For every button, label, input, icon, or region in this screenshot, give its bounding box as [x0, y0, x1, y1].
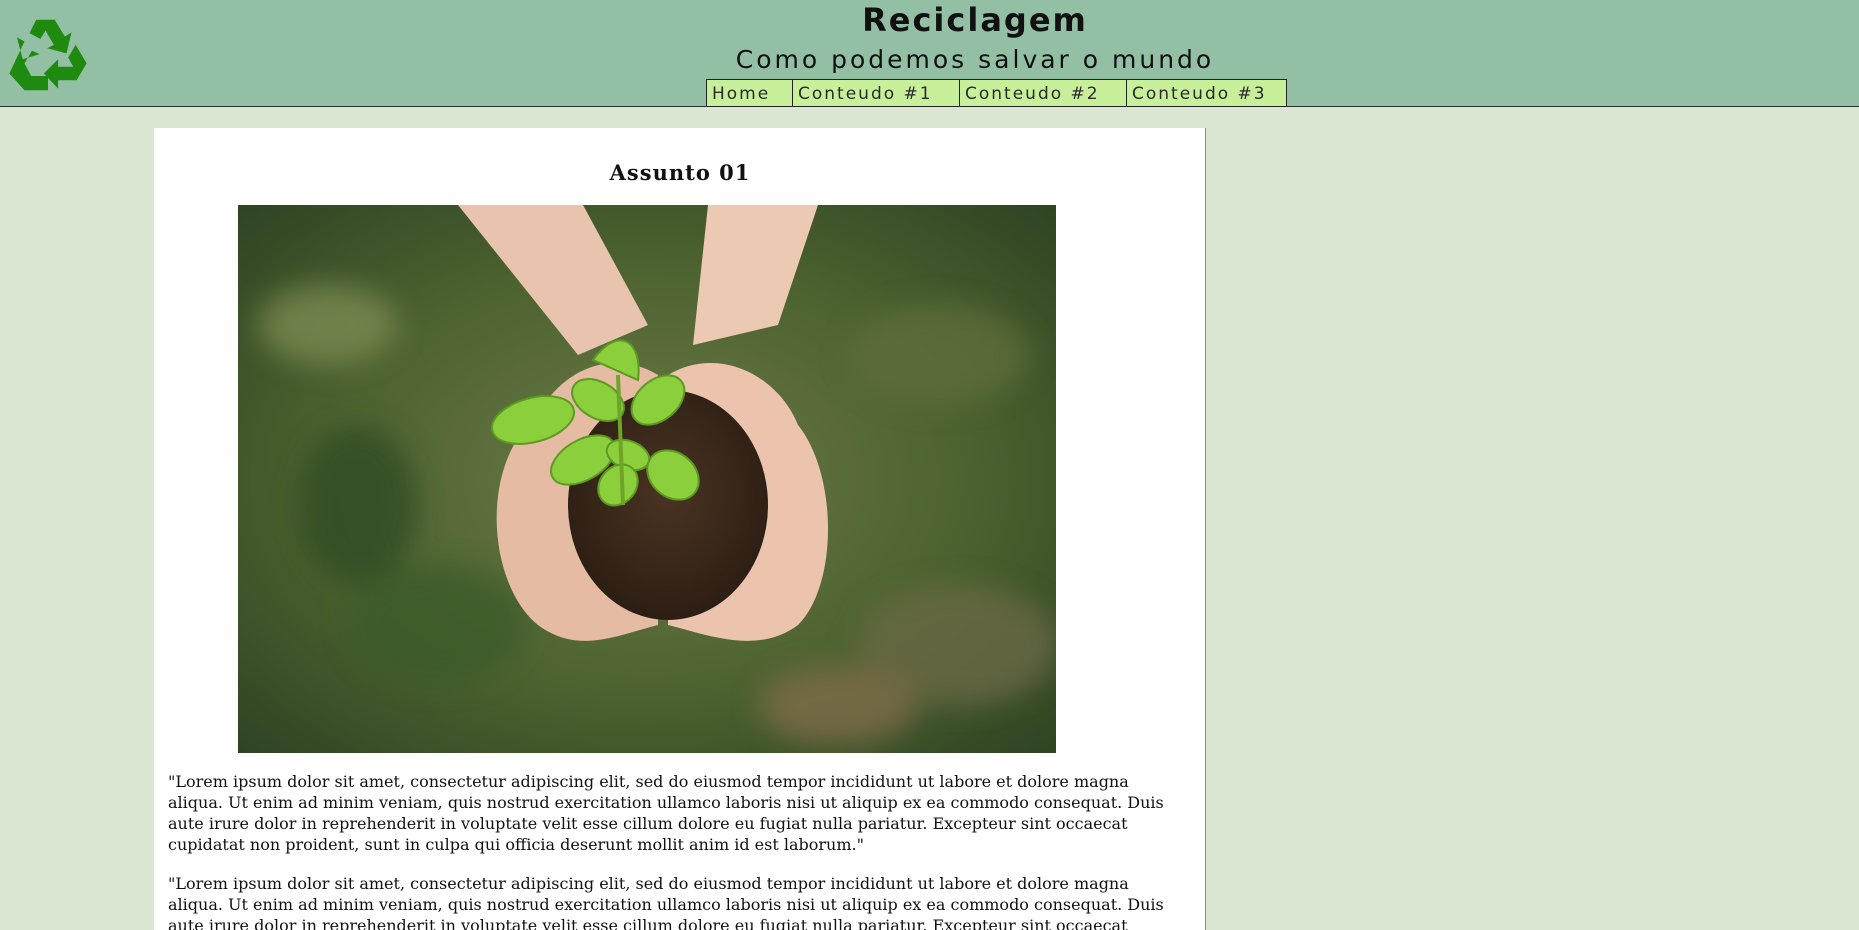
- nav-conteudo-2-link[interactable]: Conteudo #2: [959, 79, 1127, 107]
- article-heading: Assunto 01: [609, 160, 751, 185]
- site-header: Reciclagem Como podemos salvar o mundo H…: [0, 0, 1859, 107]
- site-title: Reciclagem: [862, 1, 1088, 39]
- content-panel: Assunto 01 "Lorem ipsum dolor sit amet, …: [154, 128, 1206, 930]
- nav-home-link[interactable]: Home: [706, 79, 793, 107]
- site-subtitle: Como podemos salvar o mundo: [735, 45, 1215, 74]
- article-paragraph: "Lorem ipsum dolor sit amet, consectetur…: [168, 874, 1164, 930]
- article-paragraph: "Lorem ipsum dolor sit amet, consectetur…: [168, 772, 1164, 854]
- seedling-photo: [238, 205, 1056, 753]
- nav-conteudo-1-link[interactable]: Conteudo #1: [792, 79, 960, 107]
- nav-conteudo-3-link[interactable]: Conteudo #3: [1126, 79, 1287, 107]
- main-nav: Home Conteudo #1 Conteudo #2 Conteudo #3: [706, 79, 1287, 107]
